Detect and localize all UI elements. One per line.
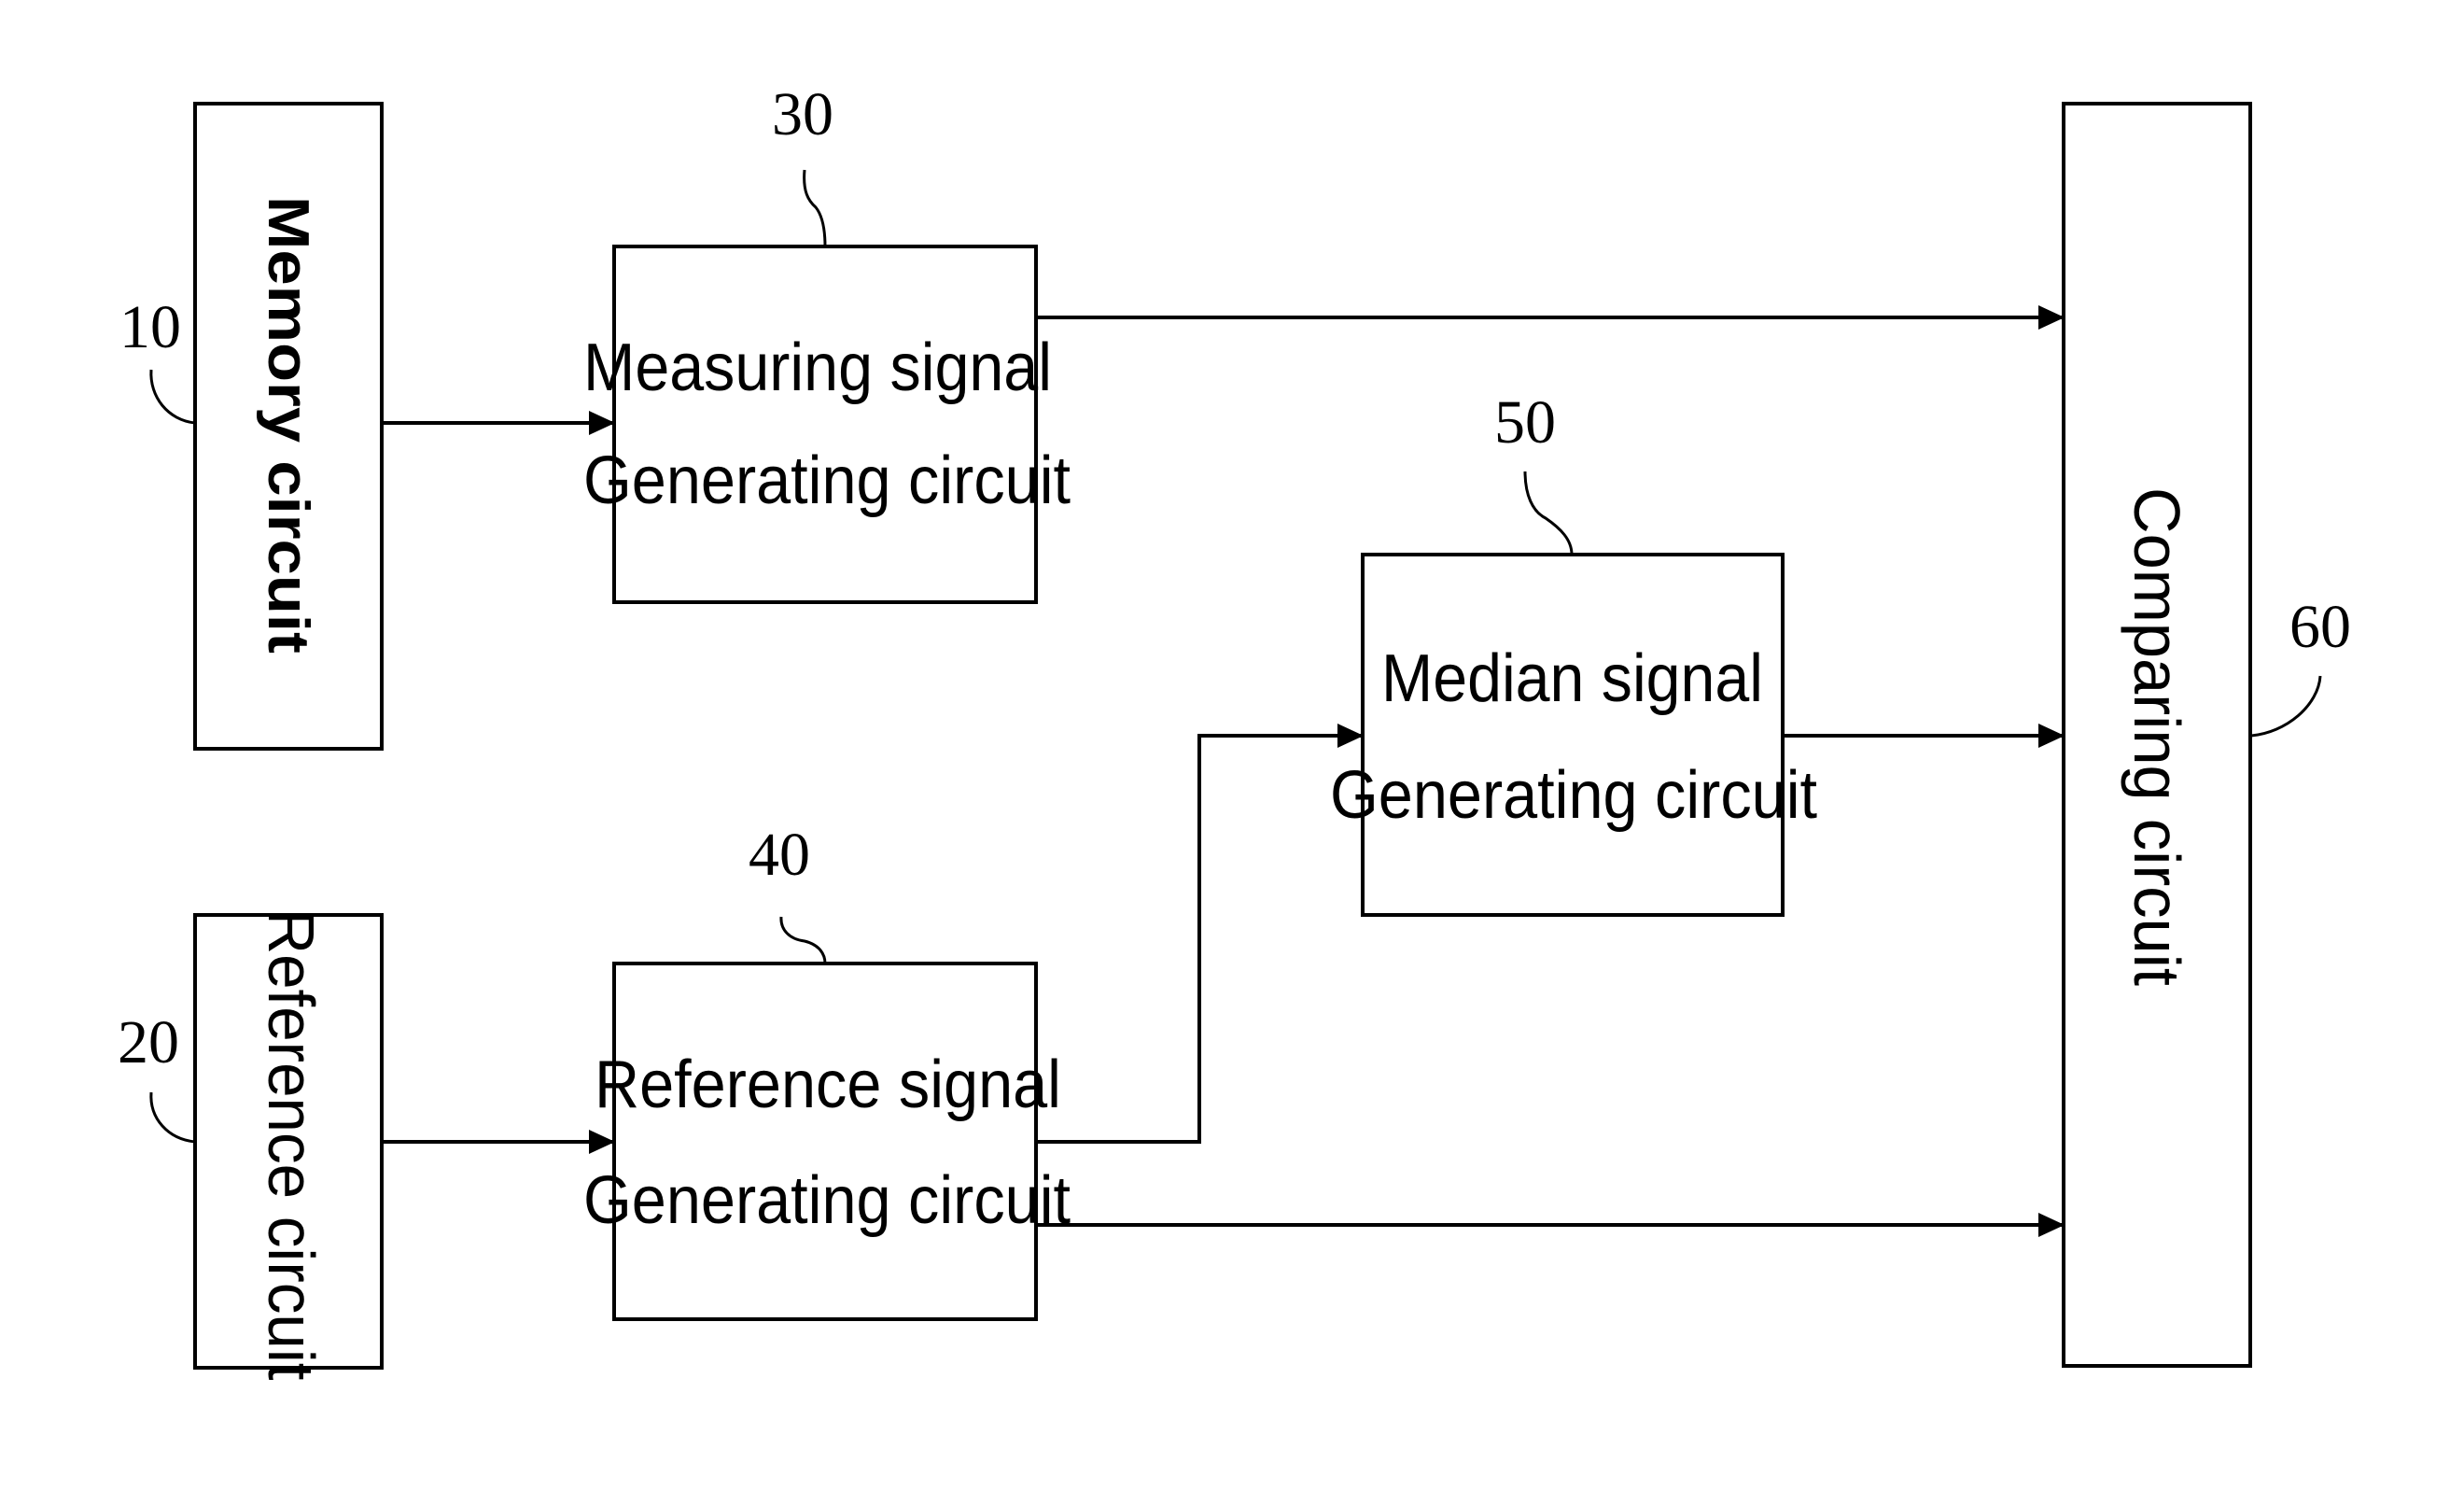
reference-signal-label-line2: Generating circuit [583,1163,1071,1238]
arrow-refsignal-to-median [1036,724,1364,1144]
comparing-circuit-label: Comparing circuit [2121,487,2193,986]
memory-circuit-block: Memory circuit [193,102,384,751]
leader-line-30 [803,169,827,247]
leader-line-10 [149,369,196,425]
leader-line-60 [2249,675,2322,738]
ref-number-60: 60 [2289,593,2351,661]
median-signal-label-line2: Generating circuit [1330,758,1817,833]
measuring-signal-label-line1: Measuring signal [583,331,1052,405]
reference-signal-label-line1: Reference signal [595,1048,1061,1122]
memory-circuit-label: Memory circuit [256,196,320,654]
reference-signal-box [612,962,1038,1321]
leader-line-40 [779,916,827,964]
measuring-signal-box [612,245,1038,604]
measuring-signal-block: Measuring signal Generating circuit [583,245,1071,604]
comparing-circuit-block: Comparing circuit [2062,102,2252,1368]
median-signal-label-line1: Median signal [1381,641,1763,716]
median-signal-block: Median signal Generating circuit [1330,553,1817,917]
block-diagram: Memory circuit Reference circuit Measuri… [118,80,2351,1381]
ref-number-50: 50 [1494,388,1556,457]
leader-line-20 [149,1091,196,1144]
ref-number-10: 10 [119,293,181,361]
leader-line-50 [1523,471,1574,556]
reference-circuit-block: Reference circuit [193,909,384,1381]
ref-number-40: 40 [749,821,810,889]
ref-number-30: 30 [772,80,833,148]
measuring-signal-label-line2: Generating circuit [583,443,1071,518]
reference-circuit-label: Reference circuit [255,909,328,1381]
ref-number-20: 20 [118,1008,179,1076]
reference-signal-block: Reference signal Generating circuit [583,962,1071,1321]
median-signal-box [1361,553,1785,917]
